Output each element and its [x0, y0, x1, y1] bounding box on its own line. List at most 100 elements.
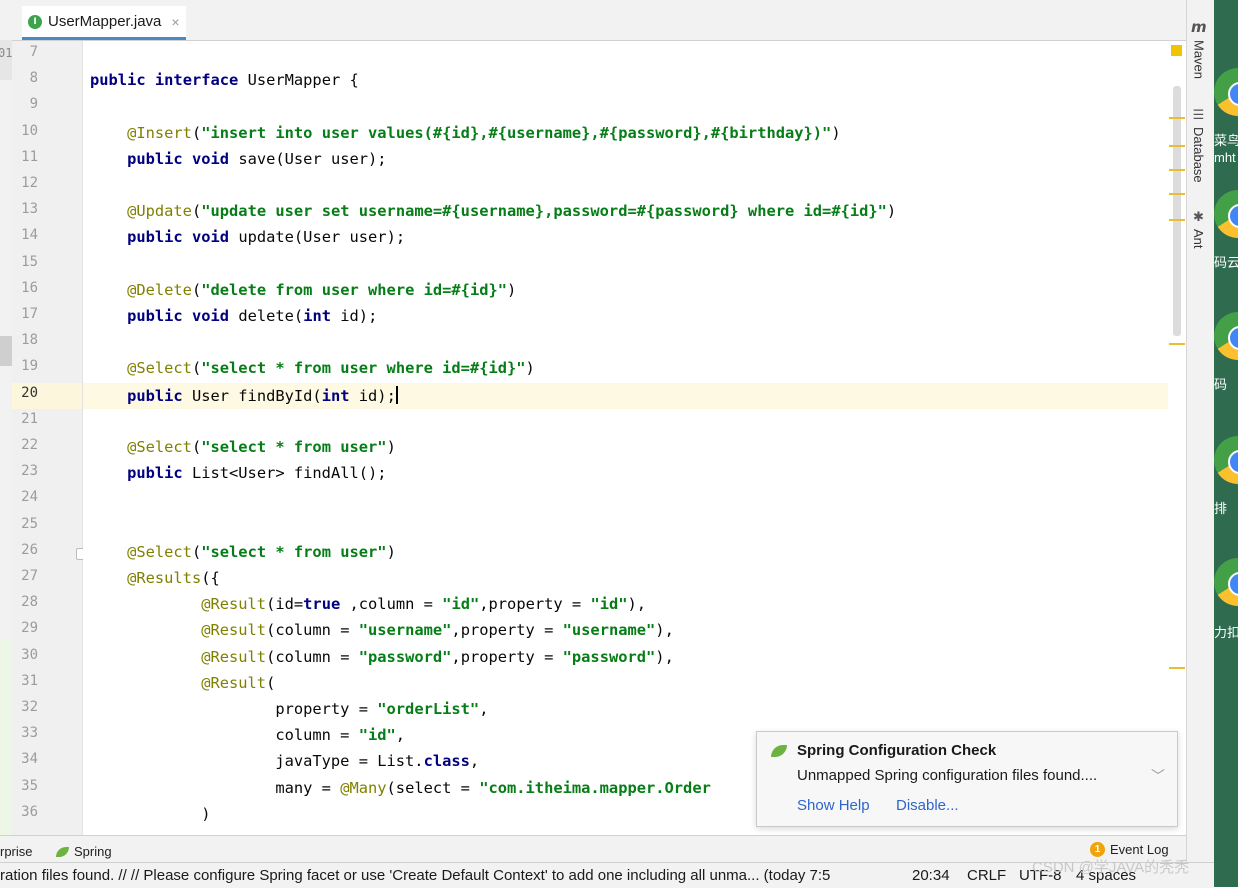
- error-stripe-mark[interactable]: [1169, 343, 1185, 345]
- code-line[interactable]: public void save(User user);: [90, 150, 387, 168]
- chrome-icon[interactable]: [1214, 312, 1238, 360]
- database-label: Database: [1191, 127, 1206, 183]
- chrome-icon[interactable]: [1214, 190, 1238, 238]
- line-number-gutter: 7 8 9 10 11 12 13 14 15 16 17 18 19 20 21 22 23 24 25 26 27 2…: [12, 41, 88, 835]
- code-line[interactable]: @Result(id=true ,column = "id",property …: [90, 595, 646, 613]
- code-text: ,property =: [479, 595, 591, 614]
- database-tool-button[interactable]: ☰ Database: [1191, 108, 1206, 183]
- editor-scrollbar[interactable]: [1168, 41, 1186, 835]
- close-tab-icon[interactable]: ×: [171, 14, 179, 30]
- chrome-icon[interactable]: [1214, 558, 1238, 606]
- spring-tool-button[interactable]: Spring: [56, 844, 112, 859]
- scrollbar-thumb[interactable]: [1173, 86, 1181, 336]
- chrome-icon[interactable]: [1214, 68, 1238, 116]
- caret-position[interactable]: 20:34: [912, 867, 950, 884]
- code-line[interactable]: @Delete("delete from user where id=#{id}…: [90, 281, 516, 299]
- line-separator[interactable]: CRLF: [967, 867, 1006, 884]
- code-annotation: @Result: [201, 621, 267, 640]
- error-stripe-mark[interactable]: [1169, 667, 1185, 669]
- code-text: ): [386, 542, 396, 561]
- line-number: 25: [21, 515, 38, 532]
- code-text: ): [886, 202, 897, 221]
- code-keyword: public: [127, 307, 183, 325]
- code-line[interactable]: @Results({: [90, 569, 220, 587]
- line-number: 10: [21, 122, 38, 139]
- code-line[interactable]: public interface UserMapper {: [90, 71, 359, 89]
- code-line[interactable]: ): [90, 805, 210, 823]
- event-count-badge: 1: [1090, 842, 1105, 857]
- editor-tab-bar: I UserMapper.java ×: [12, 0, 1186, 41]
- code-text: column =: [90, 726, 359, 745]
- warning-indicator-icon[interactable]: [1171, 45, 1182, 56]
- code-line[interactable]: public void delete(int id);: [90, 307, 377, 325]
- code-keyword: void: [191, 307, 230, 325]
- code-line[interactable]: many = @Many(select = "com.itheima.mappe…: [90, 779, 711, 797]
- notification-message: Unmapped Spring configuration files foun…: [797, 767, 1098, 784]
- code-text: ): [386, 438, 396, 456]
- line-number: 18: [21, 332, 38, 349]
- code-line[interactable]: public void update(User user);: [90, 228, 405, 246]
- code-line[interactable]: javaType = List.class,: [90, 752, 479, 770]
- code-line[interactable]: @Insert("insert into user values(#{id},#…: [90, 124, 841, 142]
- line-number: 19: [21, 358, 38, 375]
- code-line[interactable]: @Result(: [90, 674, 275, 692]
- code-keyword: public: [127, 228, 183, 247]
- code-line[interactable]: @Result(column = "username",property = "…: [90, 621, 674, 639]
- code-line[interactable]: @Result(column = "password",property = "…: [90, 648, 674, 666]
- database-icon: ☰: [1192, 108, 1205, 123]
- error-stripe-mark[interactable]: [1169, 145, 1185, 147]
- desktop-label: 排: [1214, 501, 1228, 516]
- code-text: (: [191, 359, 202, 378]
- code-text: (column =: [266, 647, 359, 666]
- spring-config-notification[interactable]: Spring Configuration Check Unmapped Spri…: [756, 731, 1178, 827]
- ant-tool-button[interactable]: ✱ Ant: [1191, 210, 1206, 249]
- error-stripe-mark[interactable]: [1169, 219, 1185, 221]
- chrome-icon[interactable]: [1214, 436, 1238, 484]
- code-annotation: @Delete: [127, 280, 192, 299]
- tab-usermapper-java[interactable]: I UserMapper.java ×: [22, 6, 186, 40]
- code-text: List<User> findAll();: [182, 464, 387, 483]
- code-line[interactable]: @Update("update user set username=#{user…: [90, 202, 896, 220]
- code-editor[interactable]: public interface UserMapper { @Insert("i…: [83, 41, 1186, 835]
- line-number: 16: [21, 279, 38, 296]
- code-line[interactable]: column = "id",: [90, 726, 405, 744]
- error-stripe-mark[interactable]: [1169, 117, 1185, 119]
- code-annotation: @Many: [340, 778, 387, 797]
- code-line[interactable]: @Select("select * from user"): [90, 438, 396, 456]
- code-line[interactable]: public List<User> findAll();: [90, 464, 387, 483]
- disable-link[interactable]: Disable...: [896, 797, 959, 814]
- desktop-background: 菜鸟教 mht 码云 码 排 力扣: [1214, 0, 1238, 887]
- event-log-button[interactable]: 1 Event Log: [1090, 842, 1169, 857]
- code-text: (: [191, 202, 202, 221]
- code-text: (: [191, 438, 202, 456]
- status-message[interactable]: ration files found. // // Please configu…: [0, 867, 830, 884]
- code-line[interactable]: @Select("select * from user"): [90, 543, 396, 561]
- code-line[interactable]: @Select("select * from user where id=#{i…: [90, 359, 535, 377]
- show-help-link[interactable]: Show Help: [797, 797, 870, 814]
- error-stripe-mark[interactable]: [1169, 169, 1185, 171]
- desktop-label: 菜鸟教: [1214, 133, 1238, 148]
- code-text: ,: [479, 700, 489, 718]
- code-string: "password": [562, 647, 656, 666]
- chevron-down-icon[interactable]: ﹀: [1151, 766, 1165, 786]
- left-strip-text: 01: [0, 46, 13, 60]
- maven-tool-button[interactable]: m Maven: [1191, 18, 1207, 79]
- desktop-label: 码云: [1214, 255, 1238, 270]
- code-line[interactable]: property = "orderList",: [90, 700, 488, 718]
- code-text: ),: [655, 621, 674, 640]
- error-stripe-mark[interactable]: [1169, 193, 1185, 195]
- code-line[interactable]: public User findById(int id);: [90, 385, 398, 405]
- code-keyword: public: [90, 71, 146, 90]
- enterprise-tool-button[interactable]: rprise: [0, 844, 33, 859]
- code-annotation: @Result: [201, 595, 267, 614]
- bottom-tool-bar: rprise Spring 1 Event Log: [0, 835, 1186, 863]
- event-log-label: Event Log: [1110, 842, 1169, 857]
- code-annotation: @Result: [201, 647, 267, 666]
